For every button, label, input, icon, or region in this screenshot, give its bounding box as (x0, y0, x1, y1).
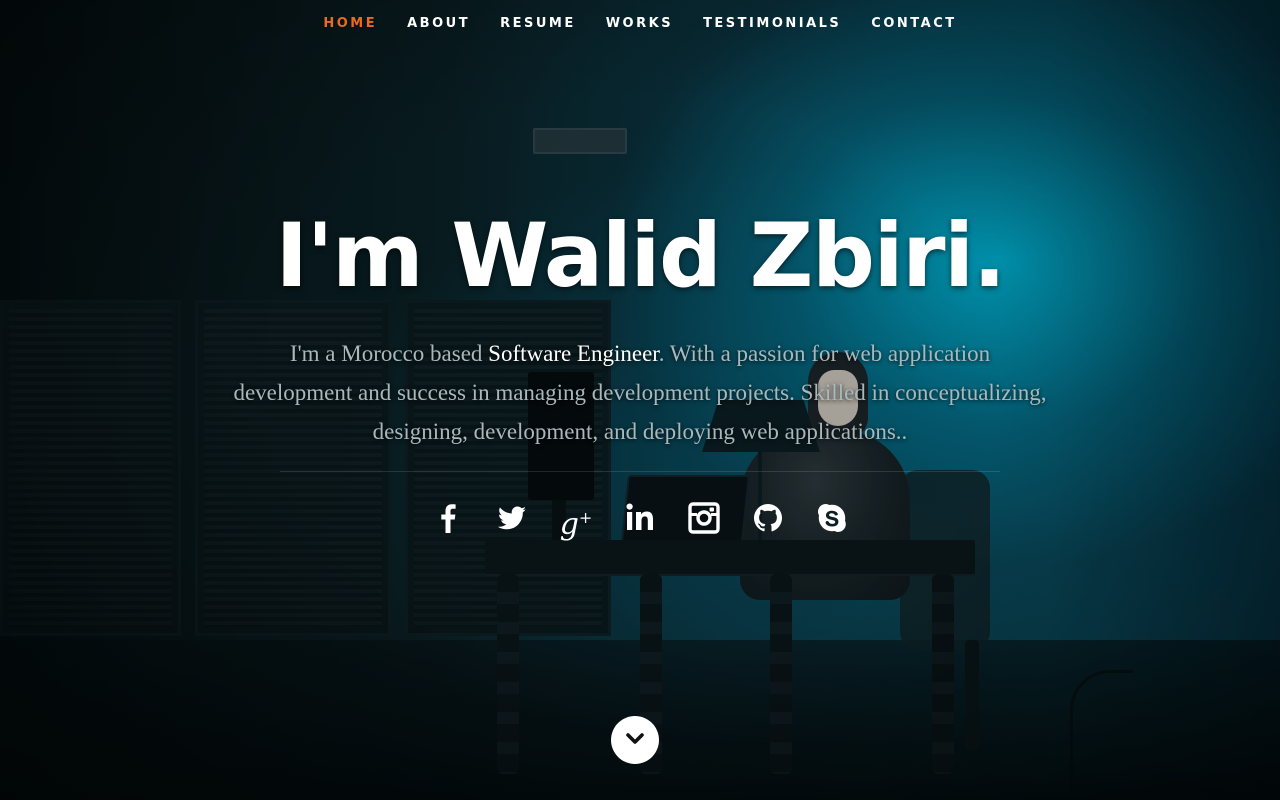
main-navigation: HOME ABOUT RESUME WORKS TESTIMONIALS CON… (0, 0, 1280, 48)
social-item-facebook (428, 498, 468, 538)
linkedin-link[interactable] (620, 498, 660, 538)
nav-link-works[interactable]: WORKS (591, 0, 688, 48)
twitter-icon (492, 498, 532, 538)
nav-item-testimonials: TESTIMONIALS (688, 0, 856, 48)
linkedin-icon (620, 498, 660, 538)
hero-heading: I'm Walid Zbiri. (275, 204, 1006, 307)
social-item-github (748, 498, 788, 538)
skype-link[interactable] (812, 498, 852, 538)
instagram-link[interactable] (684, 498, 724, 538)
hero-section: HOME ABOUT RESUME WORKS TESTIMONIALS CON… (0, 0, 1280, 800)
google-plus-link[interactable]: g+ (556, 498, 596, 542)
nav-item-resume: RESUME (485, 0, 591, 48)
nav-item-contact: CONTACT (856, 0, 971, 48)
nav-link-contact[interactable]: CONTACT (856, 0, 971, 48)
nav-list: HOME ABOUT RESUME WORKS TESTIMONIALS CON… (308, 0, 971, 48)
social-item-linkedin (620, 498, 660, 538)
nav-link-resume[interactable]: RESUME (485, 0, 591, 48)
facebook-link[interactable] (428, 498, 468, 538)
hero-intro: I'm a Morocco based Software Engineer. W… (230, 334, 1050, 451)
scroll-down-button[interactable] (611, 716, 659, 764)
github-link[interactable] (748, 498, 788, 538)
skype-icon (812, 498, 852, 538)
nav-link-testimonials[interactable]: TESTIMONIALS (688, 0, 856, 48)
google-plus-icon: g+ (559, 507, 593, 542)
nav-item-home: HOME (308, 0, 392, 48)
intro-text-start: I'm a Morocco based (289, 341, 489, 366)
chevron-down-icon (624, 727, 646, 754)
social-links: g+ (0, 498, 1280, 542)
social-item-skype (812, 498, 852, 538)
intro-highlight-role: Software Engineer (488, 341, 659, 366)
social-item-twitter (492, 498, 532, 538)
social-item-instagram (684, 498, 724, 538)
banner-divider (280, 471, 1000, 472)
instagram-icon (684, 498, 724, 538)
nav-item-works: WORKS (591, 0, 688, 48)
banner: I'm Walid Zbiri. I'm a Morocco based Sof… (0, 200, 1280, 542)
github-icon (748, 498, 788, 538)
nav-item-about: ABOUT (392, 0, 485, 48)
twitter-link[interactable] (492, 498, 532, 538)
nav-link-about[interactable]: ABOUT (392, 0, 485, 48)
social-item-google-plus: g+ (556, 498, 596, 542)
facebook-icon (428, 498, 468, 538)
nav-link-home[interactable]: HOME (308, 0, 392, 48)
